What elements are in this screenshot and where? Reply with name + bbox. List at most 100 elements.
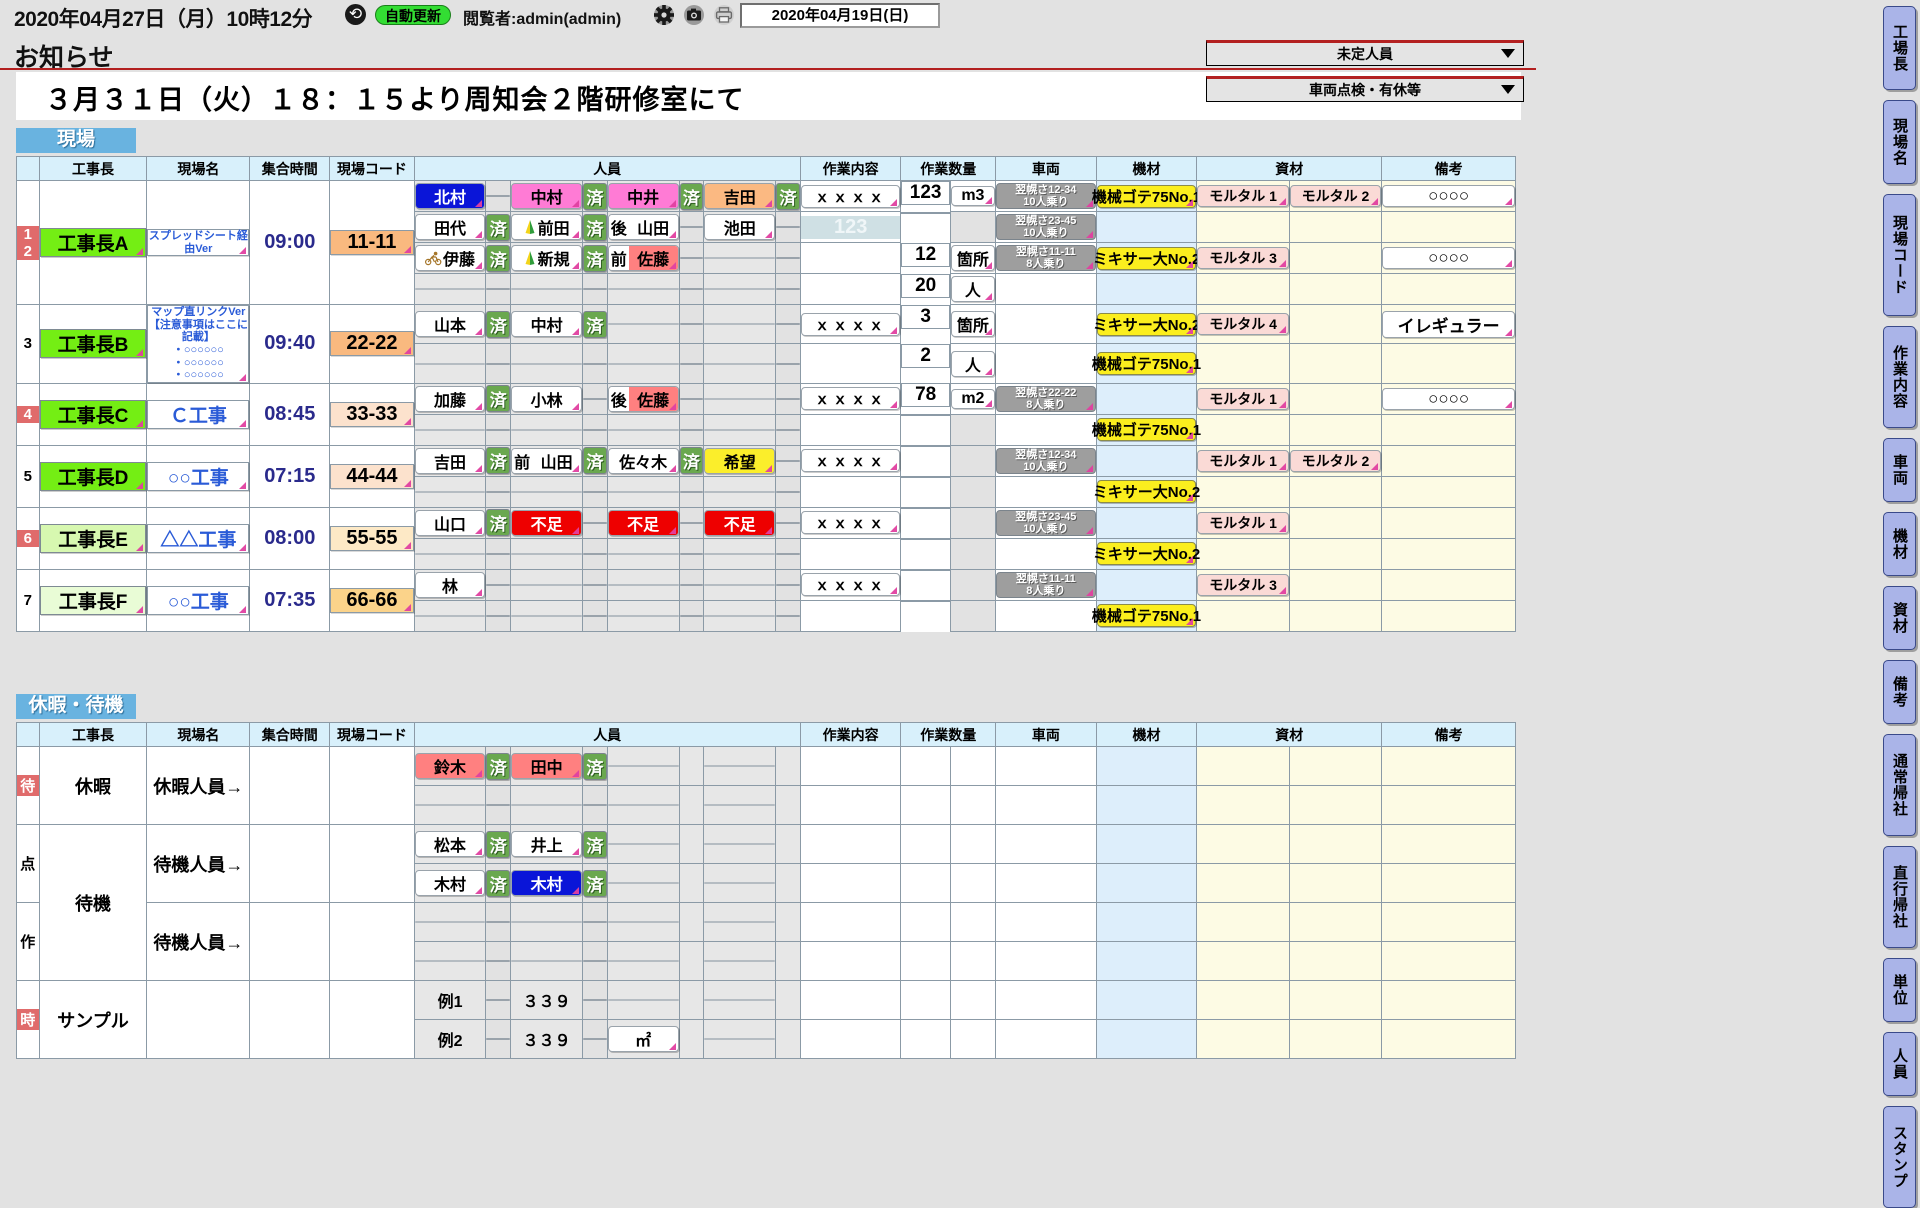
material-cell[interactable] [1196, 1019, 1290, 1059]
stamp-empty[interactable] [486, 1038, 511, 1040]
material-cell[interactable]: モルタル 3 [1196, 242, 1290, 274]
date-picker[interactable]: 2020年04月19日(日) [740, 3, 940, 28]
unit-button[interactable]: m2 [950, 388, 995, 409]
stamp-empty[interactable] [776, 552, 800, 555]
stamp-empty[interactable] [679, 614, 704, 617]
person-slot-empty[interactable] [414, 362, 486, 365]
material-cell[interactable] [1196, 537, 1290, 570]
work-qty-cell[interactable] [901, 507, 950, 510]
material-cell[interactable] [1288, 568, 1383, 601]
material-cell[interactable] [1196, 824, 1290, 864]
site-code-cell[interactable] [329, 980, 415, 1059]
stamp-cell[interactable] [485, 785, 512, 825]
meet-time-cell[interactable] [249, 980, 331, 1059]
site-name-button[interactable]: Ｃ工事 [147, 399, 250, 429]
vehicle-button[interactable]: 翌幌さ23-45 10人乗り [996, 509, 1096, 536]
person-cell[interactable] [703, 343, 777, 384]
foreman-cell[interactable]: 待機 [38, 824, 148, 981]
stamp-done-icon[interactable]: 済 [679, 447, 704, 475]
stamp-cell[interactable] [485, 902, 512, 942]
vehicle-cell[interactable] [995, 537, 1097, 570]
meet-time-cell[interactable]: 08:45 [249, 382, 331, 446]
foreman-cell[interactable]: 工事長B [38, 304, 148, 384]
unit-cell[interactable]: 人 [949, 273, 997, 305]
person-slot-empty[interactable] [511, 583, 583, 586]
person-slot-empty[interactable] [511, 428, 583, 431]
person-slot-empty[interactable] [607, 614, 679, 617]
unit-cell[interactable] [949, 444, 997, 477]
person-cell[interactable]: 田代 [413, 211, 487, 243]
person-slot-empty[interactable] [704, 552, 776, 555]
person-slot-empty[interactable] [414, 804, 486, 806]
person-button[interactable]: 新規 [511, 245, 583, 271]
machine-cell[interactable] [1095, 863, 1198, 903]
sidebar-button-12[interactable]: 人員 [1883, 1032, 1916, 1096]
person-cell[interactable] [606, 475, 680, 508]
stamp-empty[interactable] [679, 583, 704, 586]
stamp-cell[interactable] [775, 746, 801, 786]
unit-cell[interactable]: m3 [949, 180, 997, 212]
person-cell[interactable] [606, 746, 680, 786]
person-button[interactable]: 松本 [414, 831, 486, 857]
site-name-cell[interactable] [146, 980, 251, 1059]
work-qty-cell[interactable] [900, 941, 951, 981]
stamp-cell[interactable] [485, 343, 512, 384]
vehicle-cell[interactable]: 翌幌さ23-45 10人乗り [995, 211, 1097, 243]
stamp-empty[interactable] [583, 804, 607, 806]
person-cell[interactable] [510, 537, 584, 570]
stamp-cell[interactable]: 済 [485, 824, 512, 864]
person-cell[interactable]: 希望 [703, 444, 777, 477]
material-cell[interactable] [1288, 824, 1383, 864]
stamp-empty[interactable] [583, 1038, 607, 1040]
work-content-cell[interactable] [799, 941, 902, 981]
unit-cell[interactable] [949, 537, 997, 570]
remarks-cell[interactable] [1381, 506, 1516, 539]
work-content-cell[interactable] [799, 902, 902, 942]
person-cell[interactable]: 松本 [413, 824, 487, 864]
person-button[interactable]: 加藤 [414, 385, 486, 412]
stamp-cell[interactable]: 済 [582, 211, 608, 243]
material-button[interactable]: モルタル 1 [1197, 511, 1289, 534]
person-slot-empty[interactable] [414, 614, 486, 617]
stamp-cell[interactable]: 済 [678, 444, 705, 477]
work-content-cell[interactable]: ｘｘｘｘ [799, 506, 902, 539]
stamp-done-icon[interactable]: 済 [486, 509, 511, 537]
stamp-cell[interactable] [775, 941, 801, 981]
person-slot-empty[interactable] [704, 843, 776, 845]
sidebar-button-9[interactable]: 通常帰社 [1883, 734, 1916, 836]
stamp-cell[interactable]: 済 [582, 746, 608, 786]
work-content-cell[interactable] [799, 746, 902, 786]
person-cell[interactable] [413, 785, 487, 825]
remarks-cell[interactable] [1381, 444, 1516, 477]
material-cell[interactable] [1196, 475, 1290, 508]
person-cell[interactable]: 鈴木 [413, 746, 487, 786]
foreman-cell[interactable]: 工事長E [38, 506, 148, 570]
stamp-empty[interactable] [583, 288, 607, 290]
stamp-cell[interactable] [678, 211, 705, 243]
machine-cell[interactable] [1095, 980, 1198, 1020]
foreman-cell[interactable]: 工事長C [38, 382, 148, 446]
stamp-cell[interactable] [582, 941, 608, 981]
stamp-cell[interactable] [678, 537, 705, 570]
person-cell[interactable]: 新規 [510, 242, 584, 274]
stamp-cell[interactable] [678, 343, 705, 384]
machine-cell[interactable]: ミキサー大No.2 [1093, 537, 1200, 570]
person-cell[interactable]: 前佐藤 [606, 242, 680, 274]
stamp-empty[interactable] [583, 521, 607, 524]
person-cell[interactable] [703, 537, 777, 570]
stamp-cell[interactable] [582, 785, 608, 825]
person-slot-empty[interactable] [704, 288, 776, 290]
reload-icon[interactable]: ⟲ [345, 4, 366, 25]
person-cell[interactable] [510, 475, 584, 508]
person-cell[interactable]: 伊藤 [413, 242, 487, 274]
unit-button[interactable]: 箇所 [950, 311, 995, 338]
machine-cell[interactable]: ミキサー大No.2 [1093, 242, 1200, 274]
work-content-cell[interactable] [799, 273, 902, 305]
site-code-button[interactable]: 44-44 [330, 463, 414, 489]
person-slot-empty[interactable] [607, 552, 679, 555]
person-button[interactable]: 池田 [704, 214, 776, 240]
person-cell[interactable] [413, 475, 487, 508]
stamp-empty[interactable] [486, 195, 511, 197]
person-cell[interactable] [703, 941, 777, 981]
vehicle-button[interactable]: 翌幌さ11-11 8人乗り [996, 244, 1096, 272]
